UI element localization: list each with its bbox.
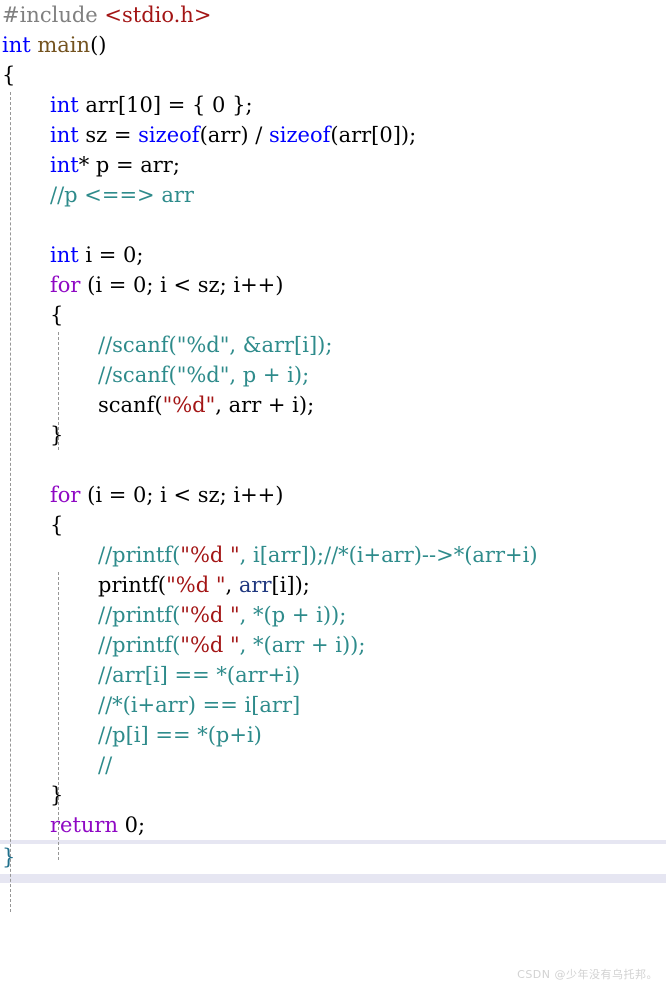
code-token-plain: ,: [225, 573, 239, 597]
code-line[interactable]: int arr[10] = { 0 };: [0, 90, 666, 120]
code-token-cmt: //*(i+arr) == i[arr]: [98, 693, 301, 717]
code-token-brace: {: [2, 63, 16, 87]
code-line[interactable]: {: [0, 510, 666, 540]
code-line[interactable]: //printf("%d ", *(p + i));: [0, 600, 666, 630]
code-token-str: "%d ": [180, 543, 240, 567]
code-line[interactable]: for (i = 0; i < sz; i++): [0, 270, 666, 300]
code-token-cmt: //p <==> arr: [50, 183, 194, 207]
code-token-kw: sizeof: [138, 123, 200, 147]
code-token-str: "%d": [162, 393, 216, 417]
code-line[interactable]: [0, 450, 666, 480]
code-token-brace: }: [50, 423, 64, 447]
code-line[interactable]: //arr[i] == *(arr+i): [0, 660, 666, 690]
code-token-ctl: for: [50, 273, 81, 297]
code-line[interactable]: //scanf("%d", &arr[i]);: [0, 330, 666, 360]
code-token-plain: printf(: [98, 573, 167, 597]
code-token-cmt: //scanf("%d", &arr[i]);: [98, 333, 333, 357]
code-line[interactable]: #include <stdio.h>: [0, 0, 666, 30]
code-line[interactable]: for (i = 0; i < sz; i++): [0, 480, 666, 510]
code-line[interactable]: int* p = arr;: [0, 150, 666, 180]
indent-guide-level-1: [10, 92, 12, 912]
code-token-cmt: //scanf("%d", p + i);: [98, 363, 310, 387]
code-token-plain: , arr + i);: [215, 393, 315, 417]
indent-guide-level-2: [58, 332, 60, 450]
code-line[interactable]: }: [0, 780, 666, 810]
code-token-kw: int: [50, 93, 79, 117]
code-token-plain: scanf(: [98, 393, 163, 417]
code-token-cmt: //printf(: [98, 543, 181, 567]
code-token-kw: int: [50, 243, 79, 267]
code-line[interactable]: printf("%d ", arr[i]);: [0, 570, 666, 600]
code-token-str: "%d ": [180, 633, 240, 657]
code-token-ctl: for: [50, 483, 81, 507]
code-line[interactable]: //: [0, 750, 666, 780]
code-token-inc: <stdio.h>: [104, 3, 212, 27]
code-token-str: "%d ": [180, 603, 240, 627]
code-editor[interactable]: #include <stdio.h> int main(){int arr[10]…: [0, 0, 666, 992]
code-token-var: arr: [238, 573, 272, 597]
code-token-plain: sz =: [78, 123, 139, 147]
code-text-area[interactable]: #include <stdio.h> int main(){int arr[10]…: [0, 0, 666, 940]
code-token-cmt: //: [98, 753, 113, 777]
code-line[interactable]: //*(i+arr) == i[arr]: [0, 690, 666, 720]
code-line[interactable]: //p <==> arr: [0, 180, 666, 210]
code-token-pp: #include: [2, 3, 105, 27]
indent-guide-level-2: [58, 572, 60, 860]
csdn-watermark: CSDN @少年没有乌托邦。: [517, 968, 658, 981]
code-token-cmt: //printf(: [98, 603, 181, 627]
code-token-plain: (arr[0]);: [330, 123, 417, 147]
code-token-brace: {: [50, 513, 64, 537]
code-line[interactable]: }: [0, 420, 666, 450]
code-token-plain: * p = arr;: [78, 153, 180, 177]
code-token-cmt: , *(p + i));: [239, 603, 347, 627]
code-token-plain: arr[10] = { 0 };: [78, 93, 253, 117]
code-token-plain: i = 0;: [78, 243, 144, 267]
code-line[interactable]: int sz = sizeof(arr) / sizeof(arr[0]);: [0, 120, 666, 150]
code-token-cmt: , i[arr]);//*(i+arr)-->*(arr+i): [239, 543, 538, 567]
code-token-cmt: , *(arr + i));: [239, 633, 366, 657]
code-line[interactable]: int main(): [0, 30, 666, 60]
code-token-fn: main: [37, 33, 91, 57]
code-token-kw: int: [50, 123, 79, 147]
code-line[interactable]: [0, 210, 666, 240]
code-token-brace: {: [50, 303, 64, 327]
code-token-plain: 0;: [118, 813, 146, 837]
code-line[interactable]: int i = 0;: [0, 240, 666, 270]
code-token-brace: }: [50, 783, 64, 807]
code-token-cmt: //printf(: [98, 633, 181, 657]
code-token-cmt: //arr[i] == *(arr+i): [98, 663, 301, 687]
code-line[interactable]: //p[i] == *(p+i): [0, 720, 666, 750]
code-line[interactable]: //printf("%d ", *(arr + i));: [0, 630, 666, 660]
code-token-plain: (): [90, 33, 107, 57]
code-line[interactable]: //scanf("%d", p + i);: [0, 360, 666, 390]
code-line[interactable]: scanf("%d", arr + i);: [0, 390, 666, 420]
code-line[interactable]: //printf("%d ", i[arr]);//*(i+arr)-->*(a…: [0, 540, 666, 570]
code-token-kw: int: [50, 153, 79, 177]
code-token-plain: (arr) /: [199, 123, 269, 147]
code-line[interactable]: {: [0, 300, 666, 330]
code-line[interactable]: {: [0, 60, 666, 90]
code-token-kw: sizeof: [268, 123, 331, 147]
code-token-plain: (i = 0; i < sz; i++): [80, 273, 284, 297]
code-token-ctl: return: [50, 813, 118, 837]
code-token-plain: (i = 0; i < sz; i++): [80, 483, 284, 507]
current-line-closing-brace: }: [2, 845, 16, 869]
code-line[interactable]: return 0;: [0, 810, 666, 840]
code-token-str: "%d ": [166, 573, 226, 597]
code-token-plain: [i]);: [271, 573, 310, 597]
code-token-kw: int: [2, 33, 31, 57]
code-token-cmt: //p[i] == *(p+i): [98, 723, 262, 747]
